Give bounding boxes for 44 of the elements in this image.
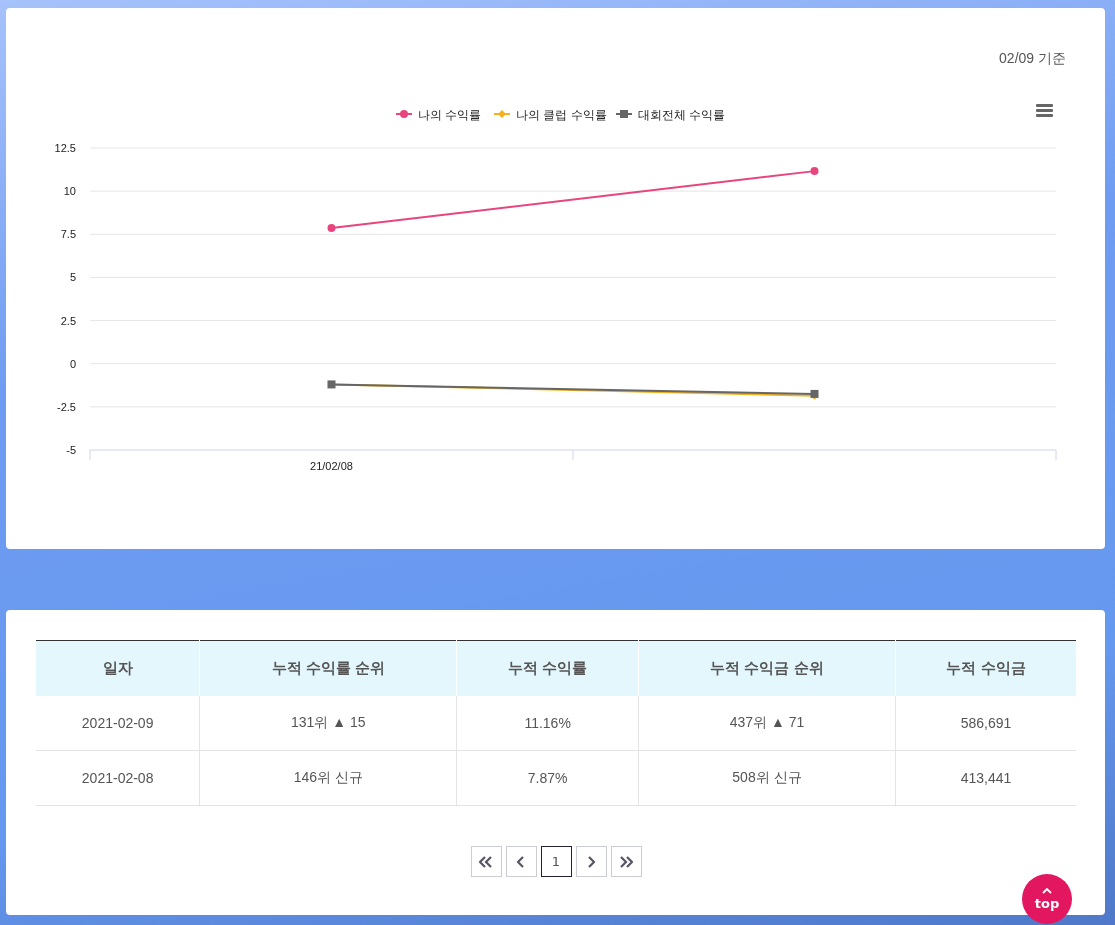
x-axis-label: 21/02/08 — [310, 460, 353, 472]
double-chevron-right-icon — [619, 855, 633, 868]
y-axis-label: 12.5 — [54, 142, 76, 154]
column-header: 누적 수익금 — [895, 640, 1076, 696]
chevron-right-icon — [587, 855, 595, 868]
legend-label: 나의 수익률 — [418, 108, 482, 122]
basis-date: 02/09 기준 — [999, 50, 1066, 66]
table-cell: 2021-02-08 — [36, 750, 200, 806]
column-header: 누적 수익률 — [456, 640, 639, 696]
first-page-button[interactable] — [470, 846, 502, 877]
table-cell: 437위 ▲ 71 — [638, 696, 896, 751]
data-point — [810, 167, 819, 176]
y-axis-label: 5 — [69, 271, 76, 284]
chevron-up-icon — [1042, 887, 1052, 894]
table-cell: 7.87% — [456, 750, 639, 806]
table-cell: 11.16% — [456, 696, 639, 751]
table-cell: 413,441 — [895, 750, 1076, 806]
next-page-button[interactable] — [575, 846, 607, 877]
chevron-left-icon — [517, 855, 525, 868]
y-axis-label: -5 — [66, 444, 76, 456]
legend-item[interactable]: 나의 수익률 — [395, 108, 482, 122]
column-header: 일자 — [36, 640, 200, 696]
table-cell: 146위 신규 — [199, 750, 457, 806]
previous-page-button[interactable] — [505, 846, 537, 877]
legend-label: 나의 클럽 수익률 — [516, 108, 607, 122]
y-axis-label: -2.5 — [57, 400, 76, 413]
last-page-button[interactable] — [610, 846, 642, 877]
table-cell: 2021-02-09 — [36, 696, 200, 751]
menu-icon[interactable] — [1036, 104, 1053, 117]
y-axis-label: 0 — [69, 357, 76, 370]
table-cell: 508위 신규 — [638, 750, 896, 806]
page-button[interactable]: 1 — [540, 846, 572, 877]
y-axis-label: 10 — [63, 185, 76, 198]
legend-item[interactable]: 대회전체 수익률 — [615, 108, 726, 122]
data-point — [327, 223, 336, 232]
double-chevron-left-icon — [479, 855, 493, 868]
legend-label: 대회전체 수익률 — [638, 108, 726, 122]
column-header: 누적 수익률 순위 — [199, 640, 457, 696]
column-header: 누적 수익금 순위 — [638, 640, 896, 696]
y-axis-label: 2.5 — [60, 314, 76, 327]
legend-item[interactable]: 나의 클럽 수익률 — [493, 108, 607, 122]
table-cell: 586,691 — [895, 696, 1076, 751]
y-axis-label: 7.5 — [60, 228, 76, 241]
table-cell: 131위 ▲ 15 — [199, 696, 457, 751]
